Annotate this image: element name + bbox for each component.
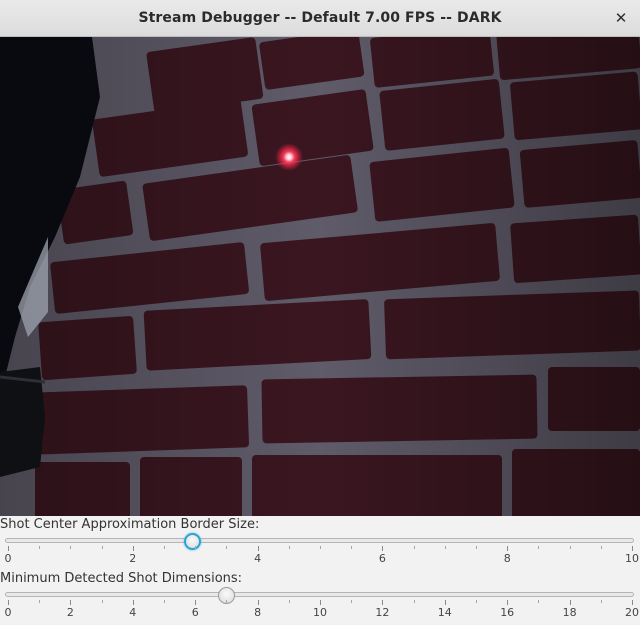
border-size-label: Shot Center Approximation Border Size:: [0, 517, 260, 532]
minor-tick: [288, 546, 290, 549]
major-tick: [444, 600, 446, 605]
major-tick: [8, 600, 9, 605]
tick-label: 16: [500, 606, 515, 619]
major-tick: [569, 600, 571, 605]
major-tick: [632, 600, 633, 605]
video-frame: [0, 37, 640, 516]
tick-label: 6: [378, 552, 386, 565]
minor-tick: [351, 546, 353, 549]
tick-label: 8: [503, 552, 511, 565]
minor-tick: [164, 600, 165, 603]
minor-tick: [39, 546, 41, 549]
minor-tick: [288, 600, 290, 603]
minor-tick: [569, 546, 571, 549]
tick-label: 4: [129, 606, 137, 619]
major-tick: [132, 546, 134, 551]
tick-label: 8: [254, 606, 262, 619]
minor-tick: [195, 546, 197, 549]
minor-tick: [226, 546, 228, 549]
min-shot-dimensions-slider-track[interactable]: [5, 592, 634, 597]
close-icon[interactable]: ✕: [612, 9, 630, 27]
major-tick: [195, 600, 197, 605]
minor-tick: [538, 546, 540, 549]
min-shot-dimensions-label: Minimum Detected Shot Dimensions:: [0, 571, 243, 586]
border-size-slider-thumb[interactable]: [184, 533, 202, 550]
tick-label: 2: [129, 552, 137, 565]
major-tick: [257, 546, 259, 551]
tick-label: 20: [625, 606, 639, 619]
tick-label: 18: [562, 606, 577, 619]
controls-panel: Shot Center Approximation Border Size: 0…: [0, 516, 640, 625]
minor-tick: [476, 546, 477, 549]
minor-tick: [39, 600, 41, 603]
minor-tick: [600, 600, 602, 603]
tick-label: 0: [4, 552, 12, 565]
major-tick: [632, 546, 633, 551]
minor-tick: [101, 546, 103, 549]
major-tick: [382, 546, 384, 551]
tick-label: 0: [4, 606, 12, 619]
tick-label: 10: [625, 552, 639, 565]
minor-tick: [70, 546, 72, 549]
tick-label: 12: [375, 606, 390, 619]
minor-tick: [413, 600, 415, 603]
tick-label: 14: [437, 606, 452, 619]
window-title: Stream Debugger -- Default 7.00 FPS -- D…: [138, 10, 502, 26]
major-tick: [8, 546, 9, 551]
tick-label: 2: [66, 606, 74, 619]
minor-tick: [476, 600, 477, 603]
title-bar[interactable]: Stream Debugger -- Default 7.00 FPS -- D…: [0, 0, 640, 37]
minor-tick: [444, 546, 446, 549]
major-tick: [507, 546, 509, 551]
laser-dot: [275, 143, 303, 171]
minor-tick: [600, 546, 602, 549]
minor-tick: [164, 546, 165, 549]
tick-label: 4: [254, 552, 262, 565]
major-tick: [382, 600, 384, 605]
minor-tick: [538, 600, 540, 603]
major-tick: [132, 600, 134, 605]
major-tick: [70, 600, 72, 605]
minor-tick: [351, 600, 353, 603]
tick-label: 6: [191, 606, 199, 619]
tick-label: 10: [313, 606, 327, 619]
minor-tick: [226, 600, 228, 603]
video-feed: [0, 37, 640, 516]
minor-tick: [101, 600, 103, 603]
major-tick: [320, 600, 321, 605]
major-tick: [507, 600, 509, 605]
border-size-slider-track[interactable]: [5, 538, 634, 543]
minor-tick: [413, 546, 415, 549]
minor-tick: [320, 546, 321, 549]
major-tick: [257, 600, 259, 605]
